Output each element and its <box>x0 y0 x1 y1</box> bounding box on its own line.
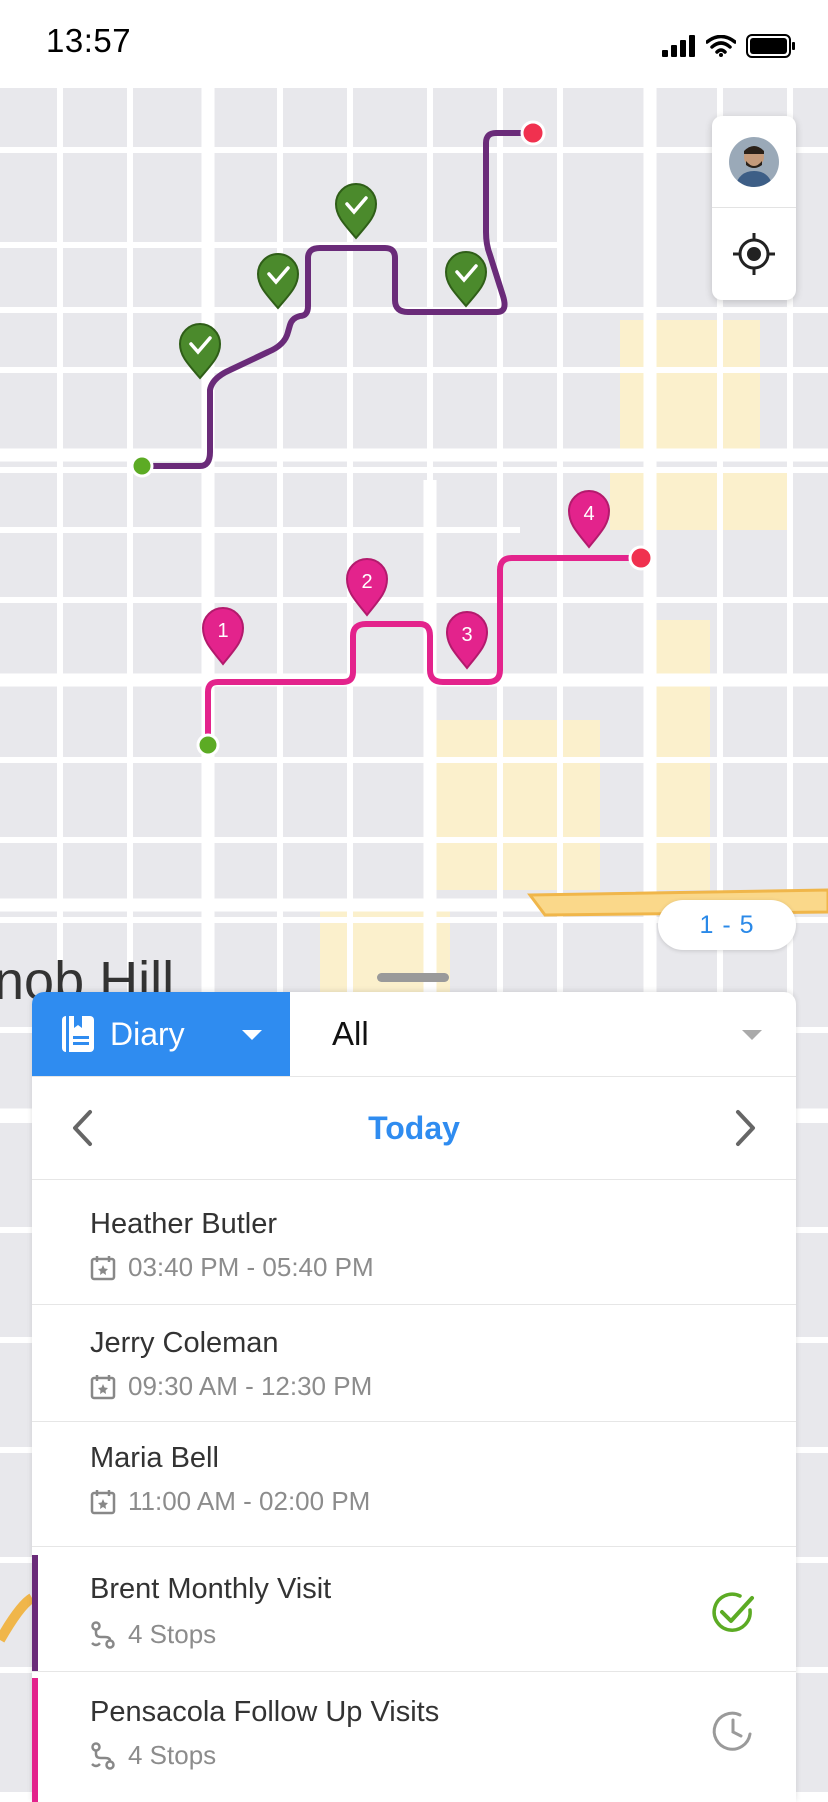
completed-stop-pin[interactable] <box>256 253 300 310</box>
map-controls <box>712 116 796 300</box>
pending-clock-icon <box>712 1711 752 1751</box>
stop-pin-number: 4 <box>583 503 594 525</box>
appointment-name: Jerry Coleman <box>90 1327 279 1359</box>
calendar-icon <box>90 1255 116 1280</box>
appointment-name: Maria Bell <box>90 1442 219 1474</box>
route-stops-row: 4 Stops <box>90 1740 216 1771</box>
appointment-item[interactable]: Heather Butler 03:40 PM - 05:40 PM <box>32 1180 796 1305</box>
route-start-marker[interactable] <box>130 454 154 478</box>
calendar-icon <box>90 1489 116 1514</box>
status-time: 13:57 <box>46 22 132 59</box>
sheet-drag-handle[interactable] <box>377 973 449 982</box>
bottom-sheet: Diary All Today Heather Butler 03:40 PM … <box>32 992 796 1802</box>
date-navigator: Today <box>32 1077 796 1180</box>
chevron-right-icon <box>736 1110 755 1146</box>
view-selector-button[interactable]: Diary <box>32 992 290 1076</box>
stop-pin-4[interactable]: 4 <box>567 490 611 549</box>
completed-check-icon <box>712 1592 754 1632</box>
appointment-time: 09:30 AM - 12:30 PM <box>128 1371 373 1401</box>
stop-pin-number: 1 <box>217 620 228 642</box>
appointment-time-row: 09:30 AM - 12:30 PM <box>90 1371 372 1402</box>
route-start-marker[interactable] <box>196 733 220 757</box>
profile-button[interactable] <box>712 116 796 208</box>
route-item[interactable]: Pensacola Follow Up Visits 4 Stops <box>32 1678 796 1802</box>
wifi-icon <box>706 35 736 57</box>
stop-pin-number: 3 <box>461 624 472 646</box>
appointment-time-row: 03:40 PM - 05:40 PM <box>90 1252 374 1283</box>
status-bar: 13:57 <box>0 0 828 88</box>
sheet-toolbar: Diary All <box>32 992 796 1077</box>
stop-pin-3[interactable]: 3 <box>445 611 489 670</box>
route-stops-icon <box>91 1741 115 1770</box>
route-color-stripe <box>32 1678 38 1802</box>
appointment-time: 03:40 PM - 05:40 PM <box>128 1252 374 1282</box>
appointment-item[interactable]: Jerry Coleman 09:30 AM - 12:30 PM <box>32 1305 796 1422</box>
calendar-icon <box>90 1374 116 1399</box>
next-day-button[interactable] <box>706 1077 786 1179</box>
filter-dropdown[interactable]: All <box>290 992 796 1076</box>
page-indicator[interactable]: 1 - 5 <box>658 900 796 950</box>
appointment-time-row: 11:00 AM - 02:00 PM <box>90 1486 370 1517</box>
route-stops: 4 Stops <box>128 1619 217 1649</box>
appointment-item[interactable]: Maria Bell 11:00 AM - 02:00 PM <box>32 1422 796 1547</box>
route-line-brent <box>142 130 533 469</box>
route-stops-row: 4 Stops <box>90 1619 216 1650</box>
cellular-signal-icon <box>662 35 695 57</box>
filter-value: All <box>332 1015 369 1052</box>
date-title[interactable]: Today <box>32 1077 796 1179</box>
status-icons <box>662 34 796 58</box>
route-name: Pensacola Follow Up Visits <box>90 1696 440 1728</box>
diary-book-icon <box>62 1016 94 1052</box>
locate-me-button[interactable] <box>712 208 796 299</box>
route-stops-icon <box>91 1620 115 1649</box>
caret-down-icon <box>242 1030 262 1040</box>
stop-pin-number: 2 <box>361 571 372 593</box>
completed-stop-pin[interactable] <box>334 183 378 240</box>
avatar <box>729 136 779 187</box>
route-end-marker[interactable] <box>628 545 654 571</box>
route-color-stripe <box>32 1555 38 1671</box>
completed-stop-pin[interactable] <box>444 251 488 308</box>
route-stops: 4 Stops <box>128 1740 217 1770</box>
view-selector-label: Diary <box>110 1015 185 1052</box>
appointment-time: 11:00 AM - 02:00 PM <box>128 1486 371 1516</box>
route-name: Brent Monthly Visit <box>90 1573 332 1605</box>
battery-icon <box>746 34 795 58</box>
route-item[interactable]: Brent Monthly Visit 4 Stops <box>32 1555 796 1672</box>
caret-down-icon <box>742 1030 762 1040</box>
crosshair-icon <box>733 232 775 275</box>
route-end-marker[interactable] <box>520 120 546 146</box>
appointment-name: Heather Butler <box>90 1208 277 1240</box>
